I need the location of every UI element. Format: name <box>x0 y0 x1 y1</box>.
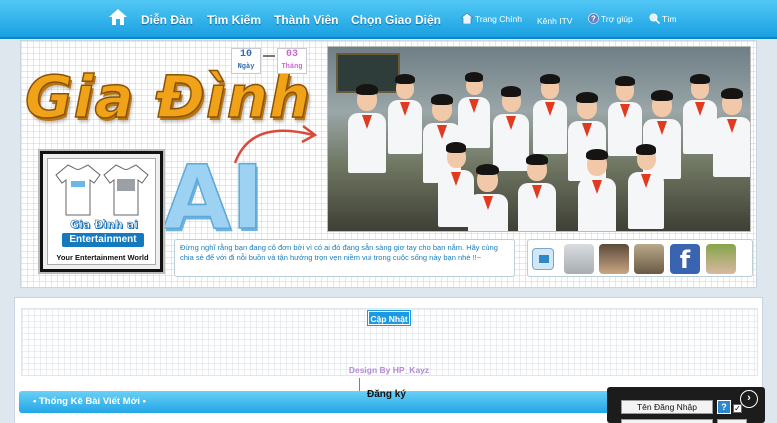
nav-itv[interactable]: Kênh ITV <box>537 16 572 26</box>
nav-theme[interactable]: Chọn Giao Diện <box>351 13 441 27</box>
update-button[interactable]: Cập Nhật <box>368 311 410 325</box>
stats-title: • Thống Kê Bài Viết Mới • <box>33 396 146 407</box>
login-widget: › Tên Đăng Nhập ? ✓ <box>607 387 765 423</box>
search-icon <box>649 13 660 24</box>
home-icon[interactable] <box>108 8 128 26</box>
nav-members[interactable]: Thành Viên <box>274 13 338 27</box>
svg-text:?: ? <box>591 14 596 23</box>
nav-home-label: Trang Chính <box>475 13 522 24</box>
nav-forum[interactable]: Diễn Đàn <box>141 13 193 27</box>
date-day-value: 10 <box>239 49 252 60</box>
tshirt-icon <box>55 164 101 216</box>
brand-card: Gia Đình ai Entertainment Your Entertain… <box>40 151 163 272</box>
nav-search[interactable]: Tìm Kiếm <box>207 13 261 27</box>
avatar-4[interactable] <box>706 244 736 274</box>
brand-card-tagline: Your Entertainment World <box>56 253 149 262</box>
brand-card-subtitle: Entertainment <box>62 233 144 247</box>
nav-itv-label: Kênh ITV <box>537 16 573 26</box>
nav-home-link[interactable]: Trang Chính <box>461 13 522 24</box>
date-separator <box>263 55 275 57</box>
register-link[interactable]: Đăng ký <box>367 389 406 400</box>
brand-card-title: Gia Đình ai <box>70 218 138 232</box>
social-links: f <box>527 239 753 277</box>
square-icon-inner <box>539 255 549 263</box>
password-field[interactable] <box>621 419 713 423</box>
avatar-1[interactable] <box>564 244 594 274</box>
date-day: 10 Ngày <box>231 48 261 74</box>
date-month: 03 Tháng <box>277 48 307 74</box>
nav-help[interactable]: ? Trợ giúp <box>588 13 633 24</box>
login-submit[interactable] <box>717 419 747 423</box>
facebook-icon[interactable]: f <box>670 244 700 274</box>
class-photo <box>327 46 751 232</box>
date-day-label: Ngày <box>237 63 255 71</box>
date-month-value: 03 <box>285 49 298 60</box>
nav-find[interactable]: Tìm <box>649 13 677 24</box>
house-icon <box>461 13 473 24</box>
remember-checkbox[interactable]: ✓ <box>733 404 742 413</box>
site-header: Gia Đình 10 Ngày 03 Tháng AI Gia Đình ai <box>20 40 757 288</box>
square-icon[interactable] <box>532 248 554 270</box>
username-field[interactable]: Tên Đăng Nhập <box>621 400 713 414</box>
brand-card-inner: Gia Đình ai Entertainment Your Entertain… <box>47 158 156 265</box>
tshirt-icon <box>103 164 149 216</box>
top-navbar: Diễn Đàn Tìm Kiếm Thành Viên Chọn Giao D… <box>0 0 777 39</box>
avatar-3[interactable] <box>634 244 664 274</box>
nav-find-label: Tìm <box>662 13 677 24</box>
design-credit: Design By HP_Kayz <box>348 365 430 375</box>
quote-box: Đừng nghĩ rằng bạn đang cô đơn bởi vì có… <box>174 239 515 277</box>
nav-help-label: Trợ giúp <box>601 13 633 24</box>
logo-ai-text: AI <box>162 145 264 250</box>
next-arrow-icon[interactable]: › <box>740 390 758 408</box>
logo-title: Gia Đình <box>24 62 312 132</box>
date-month-label: Tháng <box>281 63 303 71</box>
avatar-2[interactable] <box>599 244 629 274</box>
help-icon: ? <box>588 13 599 24</box>
login-help-button[interactable]: ? <box>717 400 731 414</box>
